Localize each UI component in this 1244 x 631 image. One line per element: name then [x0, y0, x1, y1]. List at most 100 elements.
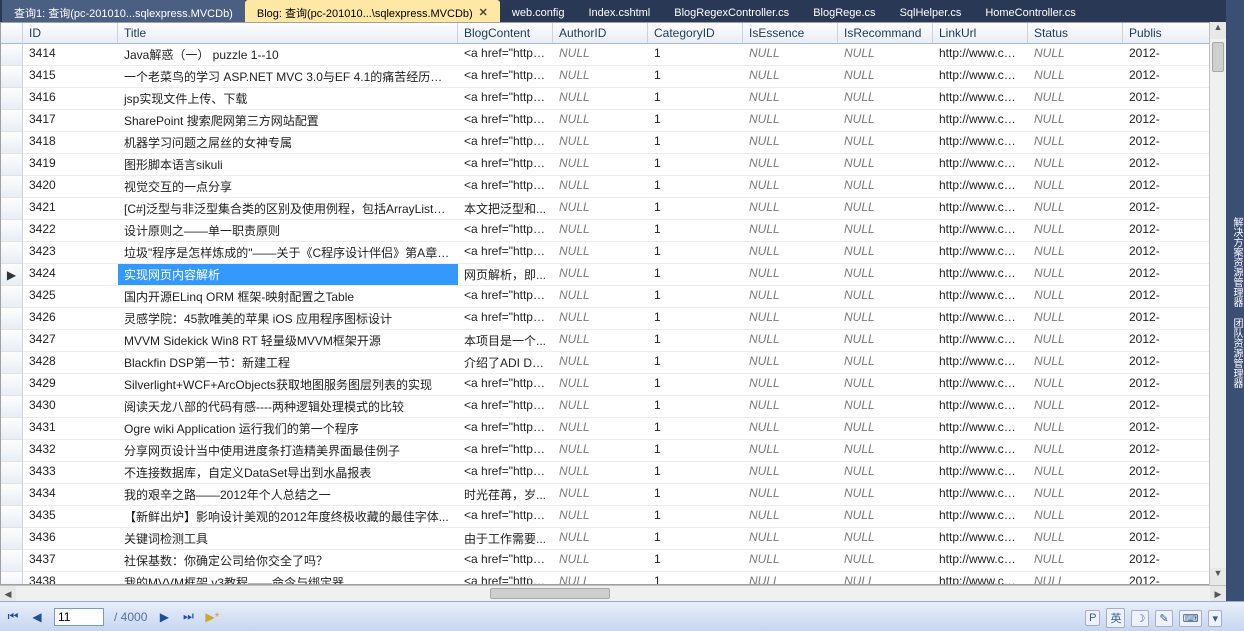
cell[interactable]: NULL	[838, 308, 933, 330]
cell[interactable]: NULL	[743, 176, 838, 198]
cell[interactable]: NULL	[1028, 462, 1123, 484]
cell[interactable]: 2012-	[1123, 506, 1218, 528]
row-header[interactable]	[1, 440, 23, 462]
row-header[interactable]	[1, 66, 23, 88]
cell[interactable]: NULL	[1028, 176, 1123, 198]
row-header[interactable]	[1, 330, 23, 352]
cell[interactable]: http://www.cnbl...	[933, 484, 1028, 506]
cell[interactable]: NULL	[743, 132, 838, 154]
cell[interactable]: NULL	[553, 374, 648, 396]
cell[interactable]: NULL	[838, 440, 933, 462]
cell[interactable]: NULL	[838, 374, 933, 396]
cell[interactable]: NULL	[743, 550, 838, 572]
ime-status[interactable]: P 英 ☽ ✎ ⌨ ▾	[1085, 608, 1222, 628]
cell[interactable]: NULL	[838, 220, 933, 242]
cell[interactable]: 社保基数：你确定公司给你交全了吗？	[118, 550, 458, 572]
cell[interactable]: 3418	[23, 132, 118, 154]
cell[interactable]: 3437	[23, 550, 118, 572]
row-header[interactable]	[1, 286, 23, 308]
cell[interactable]: NULL	[743, 506, 838, 528]
cell[interactable]: 2012-	[1123, 154, 1218, 176]
cell[interactable]: <a href="http:/...	[458, 242, 553, 264]
cell[interactable]: NULL	[743, 440, 838, 462]
cell[interactable]: NULL	[1028, 110, 1123, 132]
cell[interactable]: NULL	[743, 330, 838, 352]
row-header[interactable]	[1, 572, 23, 585]
cell[interactable]: 1	[648, 550, 743, 572]
cell[interactable]: 3436	[23, 528, 118, 550]
first-record-icon[interactable]: ⏮	[6, 610, 20, 624]
cell[interactable]: 2012-	[1123, 44, 1218, 66]
cell[interactable]: NULL	[838, 176, 933, 198]
cell[interactable]: http://www.cnbl...	[933, 462, 1028, 484]
cell[interactable]: NULL	[838, 396, 933, 418]
cell[interactable]: 2012-	[1123, 440, 1218, 462]
scroll-down-icon[interactable]: ▼	[1210, 568, 1226, 585]
document-tab[interactable]: BlogRegexController.cs	[662, 0, 801, 22]
cell[interactable]: 3429	[23, 374, 118, 396]
cell[interactable]: 3421	[23, 198, 118, 220]
scroll-thumb[interactable]	[1212, 42, 1224, 72]
scroll-up-icon[interactable]: ▲	[1210, 22, 1226, 39]
row-header[interactable]	[1, 396, 23, 418]
cell[interactable]: NULL	[1028, 286, 1123, 308]
cell[interactable]: NULL	[838, 506, 933, 528]
cell[interactable]: 1	[648, 286, 743, 308]
document-tab[interactable]: BlogRege.cs	[801, 0, 887, 22]
cell[interactable]: 1	[648, 396, 743, 418]
cell[interactable]: 3438	[23, 572, 118, 585]
cell[interactable]: 垃圾"程序是怎样炼成的"——关于《C程序设计伴侣》第A章( ...	[118, 242, 458, 264]
cell[interactable]: http://www.cnbl...	[933, 308, 1028, 330]
cell[interactable]: 3417	[23, 110, 118, 132]
row-header[interactable]	[1, 242, 23, 264]
cell[interactable]: 机器学习问题之屌丝的女神专属	[118, 132, 458, 154]
column-header[interactable]: BlogContent	[458, 23, 553, 44]
cell[interactable]: 我的MVVM框架 v3教程——命令与绑定器	[118, 572, 458, 585]
row-header[interactable]	[1, 352, 23, 374]
cell[interactable]: http://www.cnbl...	[933, 220, 1028, 242]
cell[interactable]: 1	[648, 132, 743, 154]
cell[interactable]: NULL	[743, 66, 838, 88]
cell[interactable]: NULL	[553, 154, 648, 176]
cell[interactable]: NULL	[743, 88, 838, 110]
cell[interactable]: NULL	[743, 352, 838, 374]
cell[interactable]: 2012-	[1123, 66, 1218, 88]
row-header[interactable]	[1, 462, 23, 484]
cell[interactable]: <a href="http:/...	[458, 462, 553, 484]
cell[interactable]: NULL	[1028, 374, 1123, 396]
column-header[interactable]: AuthorID	[553, 23, 648, 44]
row-header[interactable]	[1, 154, 23, 176]
column-header[interactable]: Title	[118, 23, 458, 44]
cell[interactable]: 3419	[23, 154, 118, 176]
cell[interactable]: <a href="http:/...	[458, 440, 553, 462]
cell[interactable]: NULL	[1028, 418, 1123, 440]
cell[interactable]: NULL	[743, 286, 838, 308]
cell[interactable]: 2012-	[1123, 396, 1218, 418]
cell[interactable]: http://www.cnbl...	[933, 330, 1028, 352]
cell[interactable]: NULL	[743, 572, 838, 585]
cell[interactable]: 1	[648, 418, 743, 440]
row-header[interactable]	[1, 176, 23, 198]
cell[interactable]: 1	[648, 110, 743, 132]
cell[interactable]: http://www.cnbl...	[933, 506, 1028, 528]
cell[interactable]: 3435	[23, 506, 118, 528]
cell[interactable]: <a href="http:/...	[458, 132, 553, 154]
cell[interactable]: NULL	[553, 198, 648, 220]
cell[interactable]: NULL	[838, 44, 933, 66]
cell[interactable]: <a href="http:/...	[458, 374, 553, 396]
cell[interactable]: http://www.cnbl...	[933, 176, 1028, 198]
cell[interactable]: 3415	[23, 66, 118, 88]
cell[interactable]: 2012-	[1123, 484, 1218, 506]
cell[interactable]: NULL	[1028, 66, 1123, 88]
row-header[interactable]	[1, 528, 23, 550]
cell[interactable]: 关键词检测工具	[118, 528, 458, 550]
cell[interactable]: NULL	[1028, 242, 1123, 264]
cell[interactable]: 2012-	[1123, 572, 1218, 585]
column-header[interactable]: Publis	[1123, 23, 1218, 44]
cell[interactable]: 3414	[23, 44, 118, 66]
cell[interactable]: http://www.cnbl...	[933, 528, 1028, 550]
row-header[interactable]: ▶	[1, 264, 23, 286]
cell[interactable]: 1	[648, 198, 743, 220]
cell[interactable]: NULL	[1028, 440, 1123, 462]
cell[interactable]: NULL	[553, 528, 648, 550]
